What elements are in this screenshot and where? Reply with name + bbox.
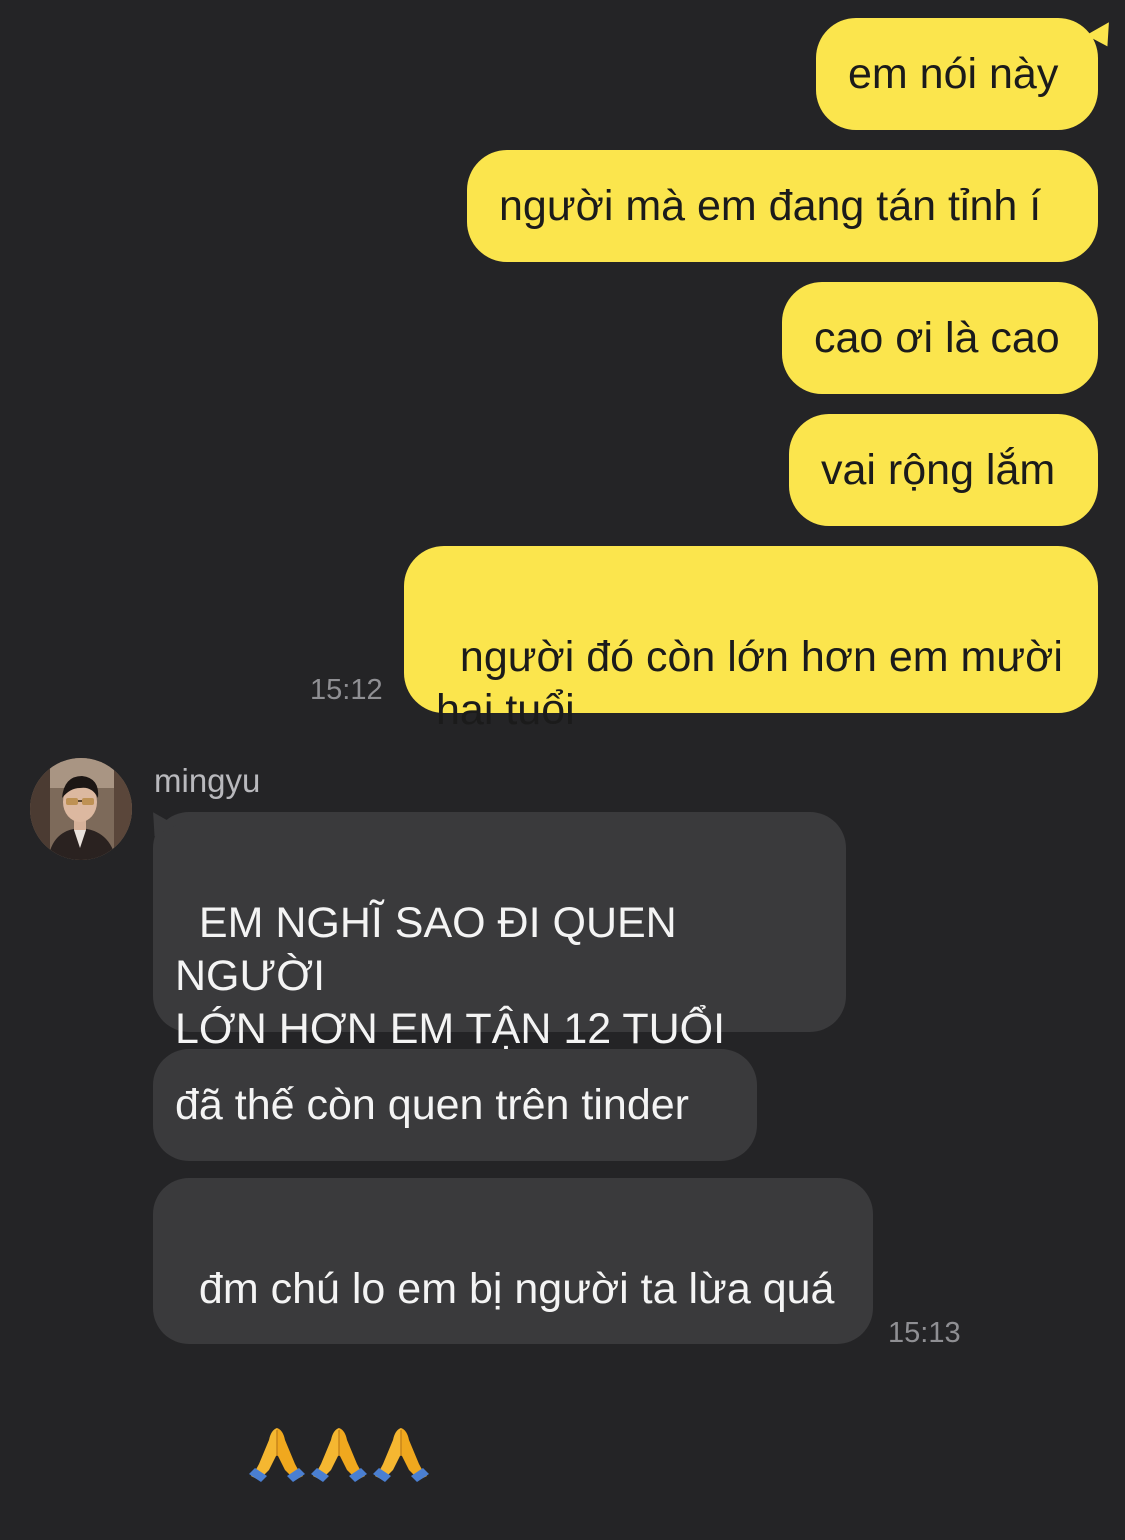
contact-avatar[interactable]	[30, 758, 132, 860]
message-text: vai rộng lắm	[821, 445, 1056, 494]
message-timestamp: 15:12	[310, 674, 383, 706]
incoming-message[interactable]: EM NGHĨ SAO ĐI QUEN NGƯỜI LỚN HƠN EM TẬN…	[153, 812, 846, 1106]
message-text: đm chú lo em bị người ta lừa quá	[198, 1265, 835, 1313]
message-text: em nói này	[848, 49, 1059, 98]
outgoing-message[interactable]: em nói này	[816, 18, 1098, 130]
outgoing-message[interactable]: cao ơi là cao	[782, 282, 1098, 394]
outgoing-message[interactable]: người mà em đang tán tỉnh í	[467, 150, 1098, 262]
folded-hands-icon	[372, 1428, 429, 1482]
profile-photo-icon	[30, 758, 132, 860]
message-text: cao ơi là cao	[814, 313, 1060, 362]
incoming-message[interactable]: đã thế còn quen trên tinder	[153, 1049, 757, 1161]
message-text: đã thế còn quen trên tinder	[175, 1080, 689, 1129]
outgoing-message[interactable]: người đó còn lớn hơn em mười hai tuổi	[404, 546, 1098, 734]
message-text: người mà em đang tán tỉnh í	[499, 181, 1042, 230]
outgoing-message[interactable]: vai rộng lắm	[789, 414, 1098, 526]
message-text: người đó còn lớn hơn em mười hai tuổi	[436, 633, 1063, 734]
sender-name: mingyu	[154, 762, 261, 799]
message-timestamp: 15:13	[888, 1317, 961, 1349]
folded-hands-icon	[310, 1428, 367, 1482]
incoming-message[interactable]: đm chú lo em bị người ta lừa quá	[153, 1178, 873, 1482]
folded-hands-icon	[248, 1428, 305, 1482]
emoji-row	[199, 1371, 433, 1540]
